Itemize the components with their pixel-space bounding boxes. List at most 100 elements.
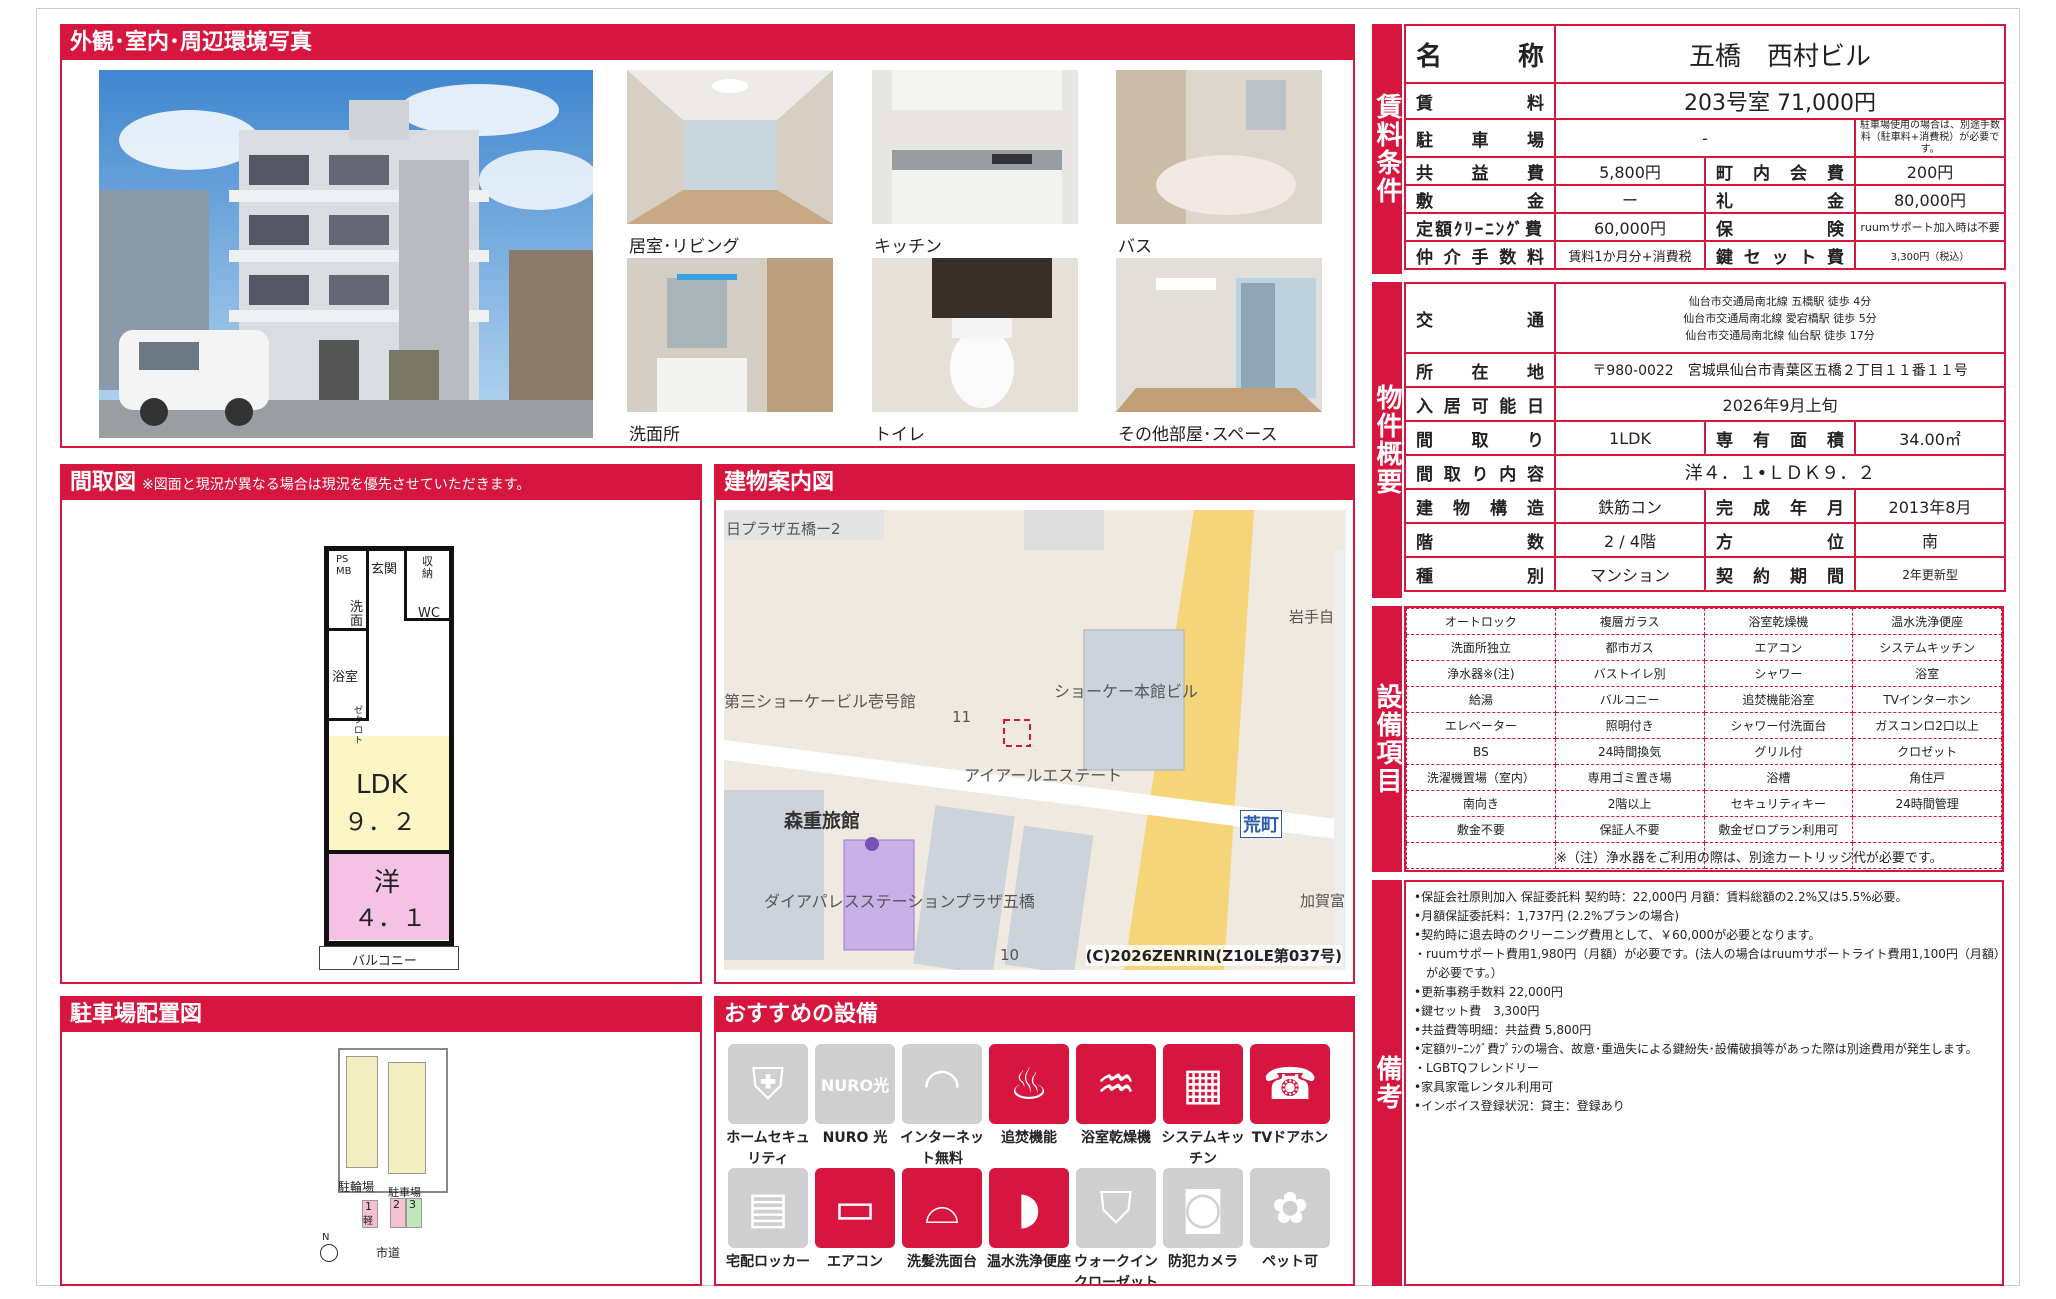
- rent-label: 賃料: [1404, 82, 1556, 120]
- equipment-item: [1852, 816, 2002, 843]
- intercom-icon-glyph: ☎: [1262, 1058, 1318, 1110]
- floorplan-storage: 収納: [422, 555, 433, 580]
- living-photo[interactable]: [627, 70, 833, 224]
- structure-value: 鉄筋コン: [1554, 488, 1706, 524]
- map-copyright: (C)2026ZENRIN(Z10LE第037号): [1085, 945, 1342, 966]
- insurance-label: 保険: [1704, 212, 1856, 242]
- washbasin-icon: ⌓: [902, 1168, 982, 1248]
- kitchen-photo[interactable]: [872, 70, 1078, 224]
- equipment-item: 給湯: [1406, 686, 1556, 713]
- equipment-item: 追焚機能浴室: [1703, 686, 1854, 713]
- address-label: 所在地: [1404, 352, 1556, 388]
- toilet-photo[interactable]: [872, 258, 1078, 412]
- transport-value: 仙台市交通局南北線 五橋駅 徒歩 4分 仙台市交通局南北線 愛宕橋駅 徒歩 5分…: [1553, 282, 2007, 354]
- bath-dryer-icon: ♒: [1076, 1044, 1156, 1124]
- photo-caption-kitchen: キッチン: [874, 237, 942, 257]
- equipment-item: 南向き: [1406, 790, 1556, 817]
- remarks-box: •保証会社原則加入 保証委託料 契約時：22,000円 月額：賃料総額の2.2%…: [1404, 880, 2004, 1286]
- terms-table: 名称 五橋 西村ビル 賃料 203号室 71,000円 駐車場 - 駐車場使用の…: [1404, 24, 2007, 270]
- floorplan-drawing[interactable]: PS MB 玄関 収納 洗面 WC 浴室 ゼクロト LDK ９．２ 洋 ４．１ …: [314, 516, 464, 976]
- recommended-label: ペット可: [1262, 1254, 1318, 1270]
- equipment-item: 複層ガラス: [1554, 608, 1705, 635]
- floorplan-closet: ゼクロト: [354, 706, 364, 746]
- closet-icon: ⛉: [1076, 1168, 1156, 1248]
- recommended-panel: おすすめの設備 ⛨ ホームセキュリティ NURO光 NURO 光 ◠ インターネット無料 ♨…: [714, 996, 1355, 1286]
- toilet-icon-glyph: ◗: [1017, 1182, 1041, 1234]
- property-table: 交通 仙台市交通局南北線 五橋駅 徒歩 4分 仙台市交通局南北線 愛宕橋駅 徒歩…: [1404, 282, 2007, 592]
- parking-value: -: [1554, 118, 1856, 158]
- map-label-shoke-3: 第三ショーケービル壱号館: [724, 692, 917, 711]
- property-side-label: 物件概要: [1372, 282, 1402, 598]
- recommended-label: 浴室乾燥機: [1081, 1130, 1151, 1146]
- map-title: 建物案内図: [716, 466, 1353, 500]
- built-label: 完成年月: [1704, 488, 1856, 524]
- photo-caption-toilet: トイレ: [874, 425, 925, 445]
- bath-photo[interactable]: [1116, 70, 1322, 224]
- north-arrow-icon: [320, 1244, 338, 1262]
- equipment-item: 専用ゴミ置き場: [1554, 764, 1705, 791]
- equipment-row: 給湯 バルコニー 追焚機能浴室 TVインターホン: [1406, 686, 2002, 713]
- equipment-item: バルコニー: [1554, 686, 1705, 713]
- type-label: 種別: [1404, 556, 1556, 592]
- map-image[interactable]: 日プラザ五橋ー2 岩手自 ショーケー本館ビル 第三ショーケービル壱号館 11 ア…: [724, 510, 1346, 970]
- floorplan-bath: 浴室: [332, 670, 359, 685]
- map-label-shoke-honkan: ショーケー本館ビル: [1054, 682, 1199, 701]
- paw-icon: ✿: [1250, 1168, 1330, 1248]
- equipment-row: 洗濯機置場（室内） 専用ゴミ置き場 浴槽 角住戸: [1406, 764, 2002, 791]
- equipment-item: 角住戸: [1852, 764, 2002, 791]
- equipment-item: セキュリティキー: [1703, 790, 1854, 817]
- recommended-label: システムキッチン: [1161, 1130, 1245, 1167]
- other-room-photo[interactable]: [1116, 258, 1322, 412]
- equipment-item: 浄水器※(注): [1406, 660, 1556, 687]
- floorplan-entrance: 玄関: [371, 562, 398, 577]
- recommended-label: 洗髪洗面台: [907, 1254, 977, 1270]
- wifi-icon-glyph: ◠: [922, 1058, 962, 1110]
- map-label-11: 11: [952, 708, 972, 726]
- bathtub-icon-glyph: ♨: [1009, 1058, 1049, 1110]
- bathtub-icon: ♨: [989, 1044, 1069, 1124]
- area-value: 34.00㎡: [1853, 420, 2007, 456]
- equipment-item: BS: [1406, 738, 1556, 765]
- photos-title: 外観･室内･周辺環境写真: [62, 26, 1353, 60]
- deposit-label: 敷金: [1404, 184, 1556, 214]
- floorplan-mb: MB: [336, 566, 352, 577]
- aircon-icon: ▭: [815, 1168, 895, 1248]
- aircon-icon-glyph: ▭: [834, 1182, 876, 1234]
- equipment-item: [1406, 842, 1556, 869]
- parking-drawing[interactable]: 駐輪場 駐車場 1 軽 2 3 市道 N: [320, 1048, 462, 1262]
- remark-line: ・LGBTQフレンドリー: [1414, 1061, 1539, 1075]
- town-fee-value: 200円: [1853, 156, 2007, 186]
- terms-side-label: 賃料条件: [1372, 24, 1402, 274]
- address-value: 〒980-0022 宮城県仙台市青葉区五橋２丁目１１番１１号: [1553, 352, 2007, 388]
- transport-label: 交通: [1404, 282, 1556, 354]
- key-money-value: 80,000円: [1853, 184, 2007, 214]
- bath-dryer-icon-glyph: ♒: [1096, 1058, 1136, 1110]
- equipment-box: オートロック 複層ガラス 浴室乾燥機 温水洗浄便座 洗面所独立 都市ガス エアコン システムキ…: [1404, 606, 2004, 872]
- layout-detail-label: 間取り内容: [1404, 454, 1556, 490]
- kitchen-icon-glyph: ▦: [1182, 1058, 1224, 1110]
- equipment-item: 洗濯機置場（室内）: [1406, 764, 1556, 791]
- equipment-row: 敷金不要 保証人不要 敷金ゼロプラン利用可: [1406, 816, 2002, 843]
- floorplan-western-size: ４．１: [354, 904, 426, 932]
- equipment-item: オートロック: [1406, 608, 1556, 635]
- equipment-row: エレベーター 照明付き シャワー付洗面台 ガスコンロ2口以上: [1406, 712, 2002, 739]
- equipment-item: 浴室乾燥機: [1703, 608, 1854, 635]
- remark-line: •契約時に退去時のクリーニング費用として、￥60,000が必要となります。: [1414, 928, 1821, 942]
- remark-line: ・ruumサポート費用1,980円（月額）が必要です。(法人の場合はruumサポ…: [1414, 947, 2004, 961]
- type-value: マンション: [1554, 556, 1706, 592]
- equipment-item: 洗面所独立: [1406, 634, 1556, 661]
- equipment-item: 温水洗浄便座: [1852, 608, 2002, 635]
- washroom-photo[interactable]: [627, 258, 833, 412]
- exterior-photo[interactable]: [99, 70, 593, 438]
- layout-value: 1LDK: [1554, 420, 1706, 456]
- equipment-item: TVインターホン: [1852, 686, 2002, 713]
- recommended-title: おすすめの設備: [716, 998, 1353, 1032]
- locker-icon: ▤: [728, 1168, 808, 1248]
- recommended-label: 宅配ロッカー: [726, 1254, 810, 1270]
- remark-line: •定額ｸﾘｰﾆﾝｸﾞ費ﾌﾟﾗﾝの場合、故意･重過失による鍵紛失･設備破損等があっ…: [1414, 1042, 1978, 1056]
- nuro-icon-text: NURO光: [820, 1076, 890, 1095]
- cleaning-label: 定額ｸﾘｰﾆﾝｸﾞ費: [1404, 212, 1556, 242]
- map-panel: 建物案内図 日プラザ五橋ー2 岩手自 ショーケー本館ビル 第三ショーケービル壱号…: [714, 464, 1355, 984]
- layout-label: 間取り: [1404, 420, 1556, 456]
- equipment-item: クロゼット: [1852, 738, 2002, 765]
